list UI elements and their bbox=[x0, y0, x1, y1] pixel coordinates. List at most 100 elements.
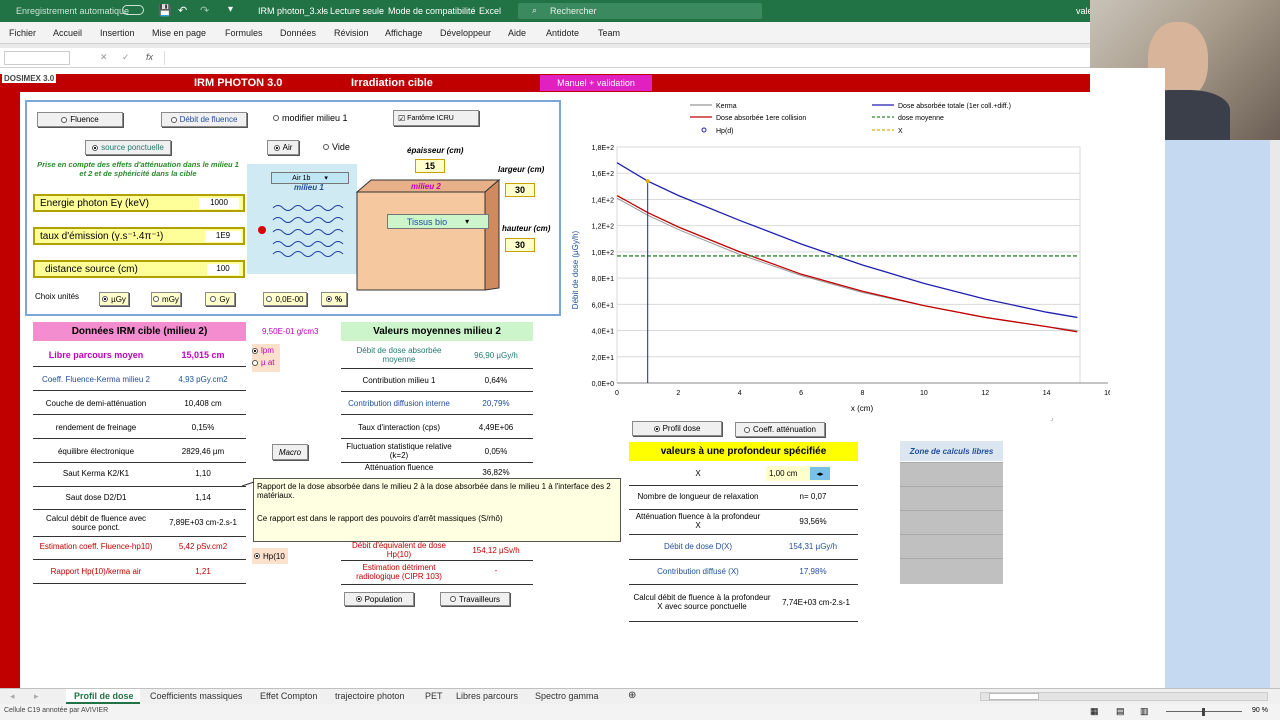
horizontal-scrollbar[interactable] bbox=[980, 692, 1268, 701]
comment-arrow bbox=[241, 481, 255, 487]
irm-label-9: Rapport Hp(10)/kerma air bbox=[50, 566, 142, 576]
tab-affichage[interactable]: Affichage bbox=[385, 28, 422, 38]
percent-button[interactable]: % bbox=[321, 292, 347, 306]
tab-effet-compton[interactable]: Effet Compton bbox=[260, 691, 317, 701]
tab-developpeur[interactable]: Développeur bbox=[440, 28, 491, 38]
distance-input[interactable]: 100 bbox=[207, 264, 239, 275]
irm-label-4: équilibre électronique bbox=[57, 446, 135, 456]
profil-dose-option[interactable]: Profil dose bbox=[632, 421, 722, 436]
prev-sheet-icon[interactable]: ◂ bbox=[10, 691, 15, 702]
tab-coefficients[interactable]: Coefficients massiques bbox=[150, 691, 242, 701]
zone-libre-cells[interactable] bbox=[900, 462, 1003, 584]
row-divider bbox=[629, 509, 858, 510]
moy-label-0: Débit de dose absorbée moyenne bbox=[356, 346, 442, 364]
prof-label-1: Atténuation fluence à la profondeur X bbox=[635, 512, 761, 530]
tab-team[interactable]: Team bbox=[598, 28, 620, 38]
page-layout-icon[interactable]: ▤ bbox=[1116, 706, 1125, 717]
fantome-checkbox[interactable]: ☑ Fantôme ICRU bbox=[393, 110, 479, 126]
moy-label-1: Contribution milieu 1 bbox=[362, 375, 436, 385]
tab-revision[interactable]: Révision bbox=[334, 28, 369, 38]
compat-label: Mode de compatibilité bbox=[388, 6, 476, 16]
confirm-icon[interactable]: ✓ bbox=[122, 52, 130, 63]
function-icon[interactable]: fx bbox=[146, 52, 153, 62]
tab-pet[interactable]: PET bbox=[425, 691, 443, 701]
lpm-option[interactable]: lpm bbox=[252, 346, 280, 355]
debit-fluence-button[interactable]: Débit de fluence bbox=[161, 112, 247, 127]
population-option[interactable]: Population bbox=[344, 592, 414, 606]
cell-comment-tooltip: Rapport de la dose absorbée dans le mili… bbox=[253, 478, 621, 542]
x-tick-label: 0 bbox=[615, 390, 619, 397]
chart-legend: Kerma Dose absorbée totale (1er coll.+dif… bbox=[690, 103, 1011, 135]
moy-value-1: 0,64% bbox=[484, 375, 508, 385]
x-input[interactable]: 1,00 cm ◂▸ bbox=[766, 466, 830, 481]
hauteur-label: hauteur (cm) bbox=[502, 224, 551, 233]
scroll-thumb[interactable] bbox=[989, 693, 1039, 700]
fluence-radio[interactable] bbox=[61, 116, 68, 123]
unit-ugy-button[interactable]: µGy bbox=[99, 292, 129, 306]
hp10-option[interactable]: Hp(10 bbox=[252, 548, 288, 564]
hauteur-input[interactable]: 30 bbox=[505, 238, 535, 252]
epaisseur-input[interactable]: 15 bbox=[415, 159, 445, 173]
coeff-attenuation-option[interactable]: Coeff. atténuation bbox=[735, 422, 825, 437]
modifier-milieu-option[interactable]: modifier milieu 1 bbox=[273, 113, 348, 123]
tab-fichier[interactable]: Fichier bbox=[9, 28, 36, 38]
redo-icon[interactable]: ↷ bbox=[200, 4, 209, 17]
macro-button[interactable]: Macro bbox=[272, 444, 308, 460]
manual-button[interactable]: Manuel + validation bbox=[540, 75, 652, 91]
sheet-subtitle: Irradiation cible bbox=[351, 77, 433, 89]
tab-aide[interactable]: Aide bbox=[508, 28, 526, 38]
energie-input[interactable]: 1000 bbox=[199, 198, 239, 209]
source-ponctuelle-button[interactable]: source ponctuelle bbox=[85, 140, 171, 155]
tab-libres-parcours[interactable]: Libres parcours bbox=[456, 691, 518, 701]
tab-trajectoire[interactable]: trajectoire photon bbox=[335, 691, 405, 701]
tab-formules[interactable]: Formules bbox=[225, 28, 263, 38]
undo-icon[interactable]: ↶ bbox=[178, 4, 187, 17]
tab-donnees[interactable]: Données bbox=[280, 28, 316, 38]
next-sheet-icon[interactable]: ▸ bbox=[34, 691, 39, 702]
zoom-thumb[interactable] bbox=[1202, 708, 1205, 716]
autosave-toggle[interactable] bbox=[122, 5, 144, 15]
air-option[interactable]: Air bbox=[267, 140, 299, 155]
unit-gy-button[interactable]: Gy bbox=[205, 292, 235, 306]
formula-input[interactable] bbox=[164, 51, 1084, 65]
search-box[interactable]: ⌕ Rechercher bbox=[518, 3, 762, 19]
zoom-level[interactable]: 90 % bbox=[1252, 707, 1268, 714]
x-spinner[interactable]: ◂▸ bbox=[810, 467, 830, 480]
irm-value-5[interactable]: 1,10 bbox=[163, 466, 243, 482]
mu-at-option[interactable]: µ at bbox=[252, 358, 280, 367]
normal-view-icon[interactable]: ▦ bbox=[1090, 706, 1099, 717]
row-divider bbox=[341, 584, 533, 585]
dose-profile-chart[interactable]: Kerma Dose absorbée totale (1er coll.+dif… bbox=[570, 100, 1110, 420]
tab-insertion[interactable]: Insertion bbox=[100, 28, 135, 38]
largeur-input[interactable]: 30 bbox=[505, 183, 535, 197]
app-title: IRM PHOTON 3.0 bbox=[194, 77, 283, 89]
tab-antidote[interactable]: Antidote bbox=[546, 28, 579, 38]
legend-swatch-4 bbox=[701, 127, 707, 133]
tab-accueil[interactable]: Accueil bbox=[53, 28, 82, 38]
save-icon[interactable]: 💾 bbox=[158, 4, 172, 17]
travailleurs-option[interactable]: Travailleurs bbox=[440, 592, 510, 606]
add-sheet-icon[interactable]: ⊕ bbox=[628, 690, 636, 701]
irm-label-8: Estimation coeff. Fluence-hp10) bbox=[39, 541, 153, 551]
milieu2-select[interactable]: Tissus bio ▾ bbox=[387, 214, 489, 229]
x-tick-label: 10 bbox=[920, 390, 928, 397]
customize-qat-icon[interactable]: ▾ bbox=[228, 4, 233, 15]
tab-profil-dose[interactable]: Profil de dose bbox=[74, 691, 134, 701]
chart-resize-handle[interactable]: ⌟ bbox=[1050, 414, 1053, 422]
row-divider bbox=[33, 509, 246, 510]
row-divider bbox=[33, 390, 246, 391]
moy-value-4: 0,05% bbox=[484, 446, 508, 456]
page-break-icon[interactable]: ▥ bbox=[1140, 706, 1149, 717]
cancel-icon[interactable]: ✕ bbox=[100, 52, 108, 63]
moyennes-title: Valeurs moyennes milieu 2 bbox=[341, 322, 533, 341]
fluence-button[interactable]: Fluence bbox=[37, 112, 123, 127]
y-tick-label: 4,0E+1 bbox=[592, 329, 614, 336]
tab-spectro-gamma[interactable]: Spectro gamma bbox=[535, 691, 599, 701]
format-button[interactable]: 0,0E-00 bbox=[263, 292, 307, 306]
taux-input[interactable]: 1E9 bbox=[205, 231, 241, 242]
unit-mgy-button[interactable]: mGy bbox=[151, 292, 181, 306]
tab-mise-en-page[interactable]: Mise en page bbox=[152, 28, 206, 38]
debit-fluence-radio[interactable] bbox=[170, 116, 177, 123]
name-box[interactable] bbox=[4, 51, 70, 65]
vide-option[interactable]: Vide bbox=[323, 142, 350, 152]
